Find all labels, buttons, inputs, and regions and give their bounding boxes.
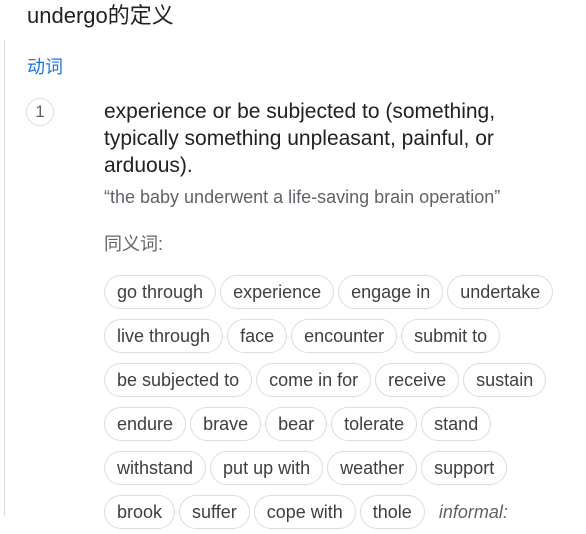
synonym-row: go through experience engage in undertak… <box>104 270 586 314</box>
definition-text: experience or be subjected to (something… <box>104 100 496 177</box>
page-title: undergo的定义 <box>27 3 174 28</box>
part-of-speech: 动词 <box>27 57 63 77</box>
synonym-chip[interactable]: brave <box>190 407 262 441</box>
left-divider <box>4 40 5 516</box>
synonym-chip-list: go through experience engage in undertak… <box>104 270 586 534</box>
synonym-chip[interactable]: suffer <box>179 495 250 529</box>
synonym-chip[interactable]: experience <box>220 275 335 309</box>
synonym-chip[interactable]: come in for <box>256 363 372 397</box>
synonym-chip[interactable]: cope with <box>253 495 356 529</box>
synonym-chip[interactable]: undertake <box>447 275 554 309</box>
synonym-chip[interactable]: thole <box>359 495 425 529</box>
synonym-chip[interactable]: put up with <box>210 451 324 485</box>
synonym-chip[interactable]: stand <box>421 407 492 441</box>
synonym-chip[interactable]: support <box>421 451 508 485</box>
sense-number-badge: 1 <box>26 98 54 126</box>
synonym-row: withstand put up with weather support <box>104 446 586 490</box>
example-sentence: “the baby underwent a life-saving brain … <box>104 187 501 207</box>
synonym-chip[interactable]: engage in <box>338 275 444 309</box>
synonym-row: live through face encounter submit to <box>104 314 586 358</box>
synonyms-label: 同义词: <box>104 234 164 254</box>
synonym-chip[interactable]: bear <box>265 407 328 441</box>
synonym-chip[interactable]: endure <box>104 407 187 441</box>
register-label-informal: informal: <box>438 502 508 522</box>
synonym-chip[interactable]: live through <box>104 319 224 353</box>
synonym-row: endure brave bear tolerate stand <box>104 402 586 446</box>
synonym-chip[interactable]: withstand <box>104 451 207 485</box>
synonym-chip[interactable]: encounter <box>291 319 398 353</box>
synonym-chip[interactable]: tolerate <box>331 407 418 441</box>
synonym-chip[interactable]: weather <box>327 451 418 485</box>
synonym-row: brook suffer cope with thole informal: <box>104 490 586 534</box>
synonym-chip[interactable]: submit to <box>401 319 501 353</box>
synonym-row: be subjected to come in for receive sust… <box>104 358 586 402</box>
synonym-chip[interactable]: be subjected to <box>104 363 253 397</box>
synonym-chip[interactable]: go through <box>104 275 217 309</box>
synonym-chip[interactable]: receive <box>375 363 460 397</box>
synonym-chip[interactable]: face <box>227 319 288 353</box>
synonym-chip[interactable]: brook <box>104 495 176 529</box>
synonym-chip[interactable]: sustain <box>463 363 547 397</box>
